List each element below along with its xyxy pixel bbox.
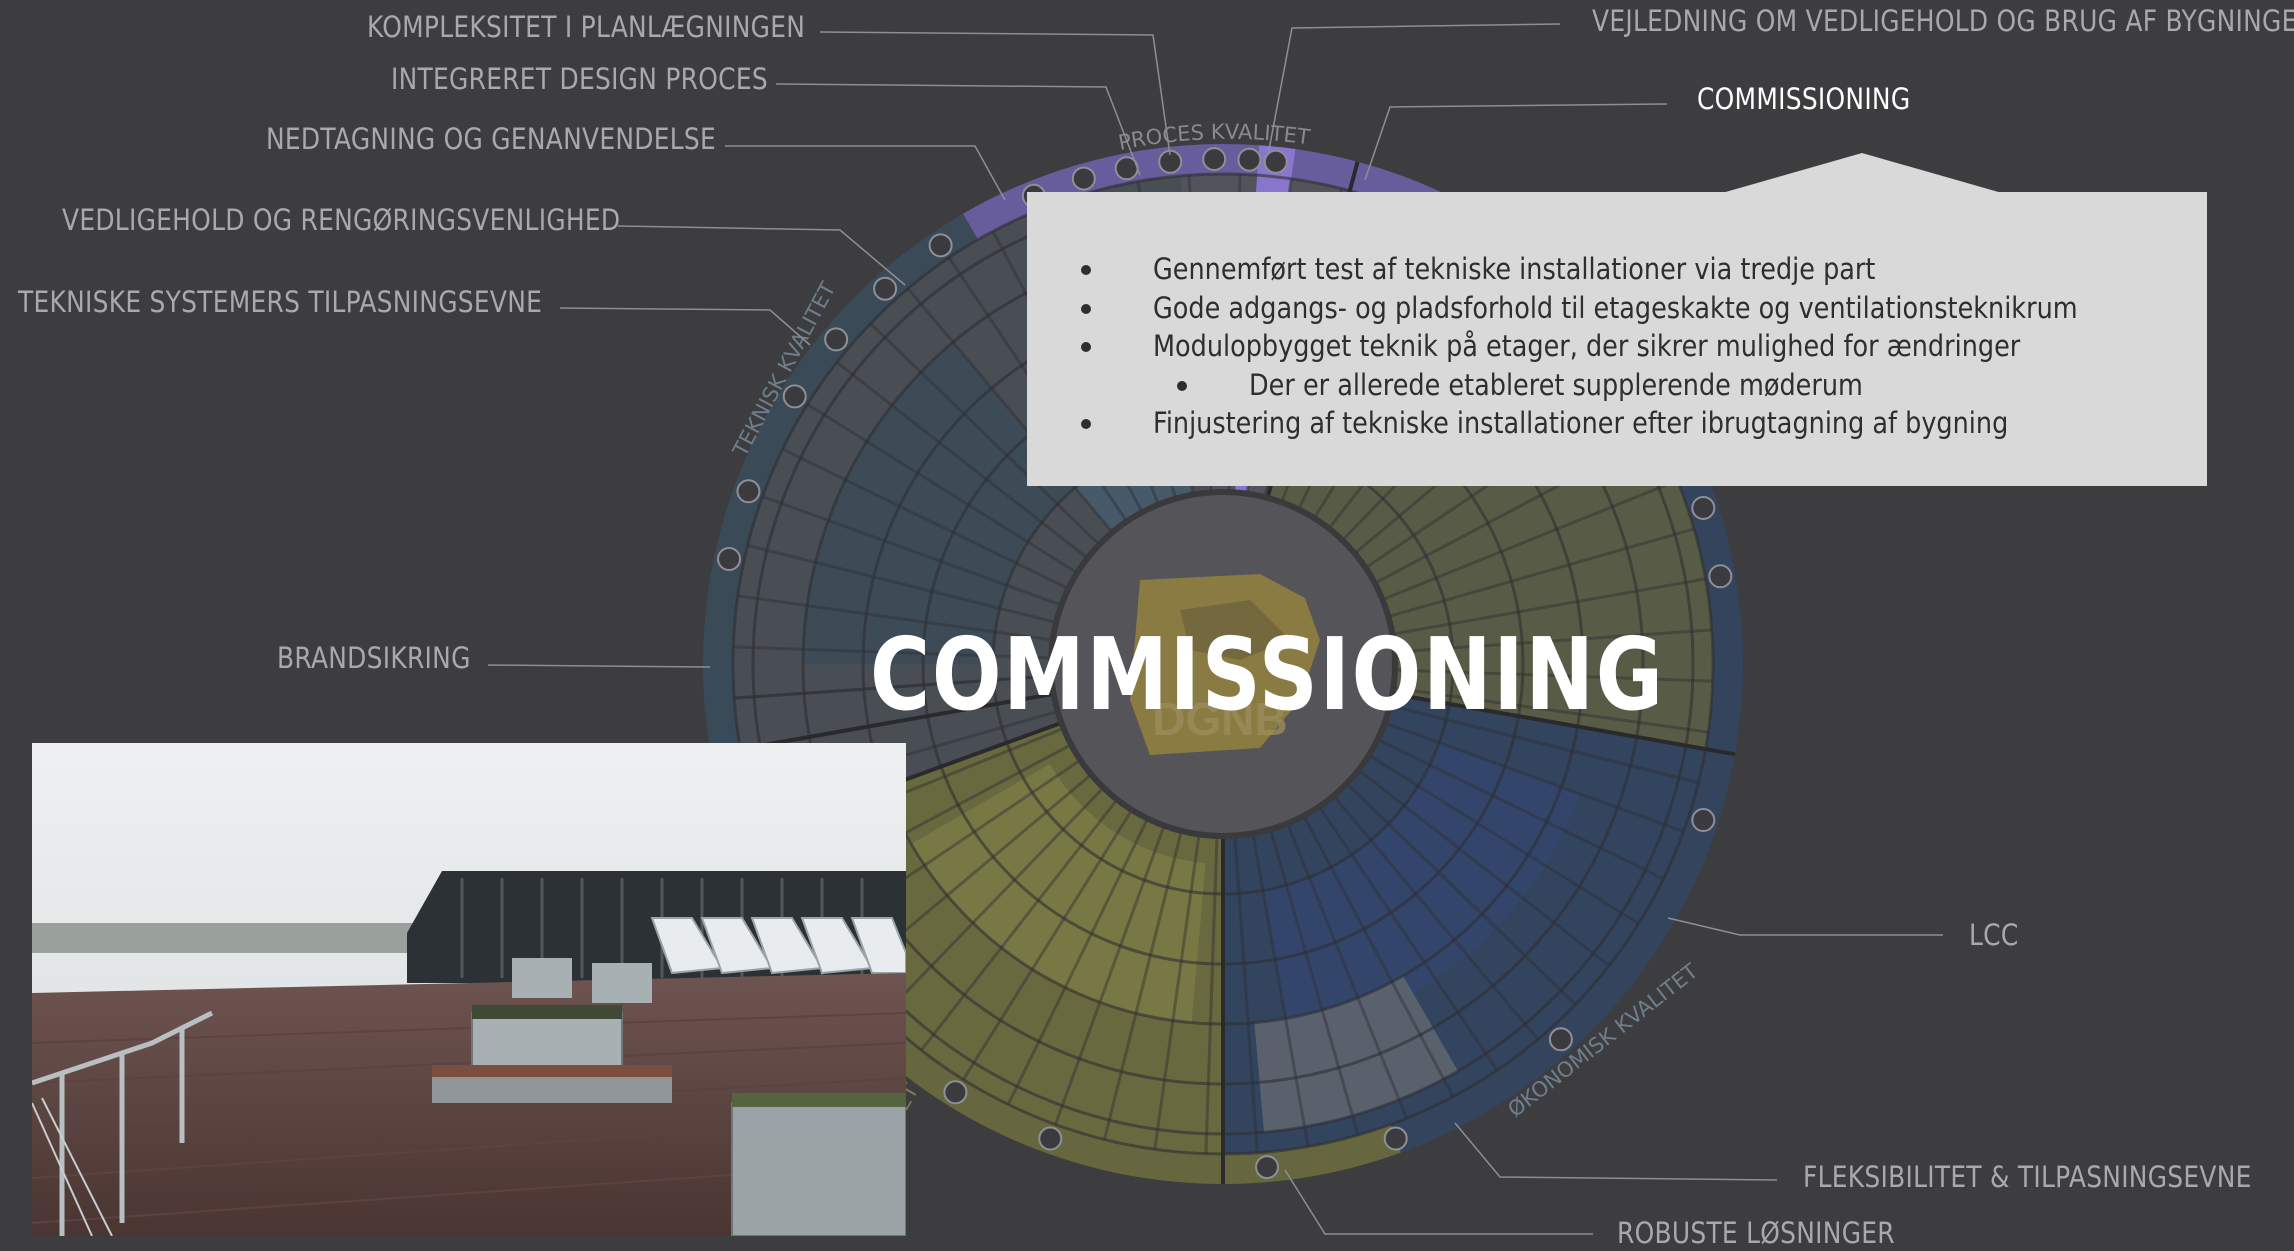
label-integreret-design[interactable]: INTEGRERET DESIGN PROCES: [391, 62, 768, 96]
bullet-text: Gennemført test af tekniske installation…: [1153, 252, 1876, 286]
bullet-dot: [1081, 342, 1091, 352]
criterion-icon[interactable]: [1038, 1126, 1063, 1151]
bullet-dot: [1177, 380, 1187, 391]
label-kompleksitet[interactable]: KOMPLEKSITET I PLANLÆGNINGEN: [367, 10, 805, 44]
criterion-icon[interactable]: [717, 547, 742, 572]
label-vejledning[interactable]: VEJLEDNING OM VEDLIGEHOLD OG BRUG AF BYG…: [1592, 4, 2294, 38]
infobox-bullet: Gennemført test af tekniske installation…: [1027, 250, 2207, 289]
bullet-dot: [1081, 419, 1091, 429]
label-robuste[interactable]: ROBUSTE LØSNINGER: [1617, 1216, 1895, 1250]
bullet-text: Der er allerede etableret supplerende mø…: [1249, 367, 1863, 402]
label-lcc[interactable]: LCC: [1969, 918, 2019, 952]
infobox-bullet: Der er allerede etableret supplerende mø…: [1027, 366, 2207, 405]
criterion-icon[interactable]: [1202, 147, 1227, 172]
criterion-icon[interactable]: [943, 1080, 968, 1105]
bullet-text: Modulopbygget teknik på etager, der sikr…: [1153, 329, 2021, 363]
label-brandsikring[interactable]: BRANDSIKRING: [277, 641, 471, 675]
infobox-bullet: Finjustering af tekniske installationer …: [1027, 404, 2207, 443]
criterion-icon[interactable]: [1071, 166, 1096, 191]
bullet-text: Finjustering af tekniske installationer …: [1153, 406, 2009, 440]
roof-terrace-photo: [32, 743, 906, 1236]
infobox-pointer: [1722, 153, 2002, 193]
label-vedligehold-rengoering[interactable]: VEDLIGEHOLD OG RENGØRINGSVENLIGHED: [62, 203, 620, 237]
criterion-icon[interactable]: [928, 233, 953, 258]
criterion-infobox: Gennemført test af tekniske installation…: [1027, 192, 2207, 486]
criterion-icon[interactable]: [1255, 1155, 1280, 1180]
bullet-dot: [1081, 265, 1091, 275]
criterion-icon[interactable]: [1691, 495, 1716, 520]
infobox-bullet: Modulopbygget teknik på etager, der sikr…: [1027, 327, 2207, 366]
criterion-icon[interactable]: [1383, 1126, 1408, 1151]
criterion-icon[interactable]: [1237, 147, 1262, 172]
bullet-text: Gode adgangs- og pladsforhold til etages…: [1153, 290, 2078, 325]
infobox-bullet-list: Gennemført test af tekniske installation…: [1027, 250, 2207, 443]
criterion-icon[interactable]: [736, 479, 761, 504]
infobox-bullet: Gode adgangs- og pladsforhold til etages…: [1027, 289, 2207, 328]
criterion-icon[interactable]: [873, 276, 898, 301]
label-tekniske-systemer[interactable]: TEKNISKE SYSTEMERS TILPASNINGSEVNE: [18, 285, 542, 319]
main-title: COMMISSIONING: [870, 616, 1665, 733]
criterion-icon[interactable]: [782, 384, 807, 409]
label-nedtagning[interactable]: NEDTAGNING OG GENANVENDELSE: [266, 122, 716, 156]
criterion-icon[interactable]: [1548, 1027, 1573, 1052]
criterion-icon[interactable]: [1708, 564, 1733, 589]
label-fleksibilitet[interactable]: FLEKSIBILITET & TILPASNINGSEVNE: [1803, 1160, 2252, 1194]
criterion-icon[interactable]: [824, 327, 849, 352]
criterion-icon[interactable]: [1691, 808, 1716, 833]
bullet-dot: [1081, 303, 1091, 314]
label-commissioning[interactable]: COMMISSIONING: [1697, 82, 1910, 116]
